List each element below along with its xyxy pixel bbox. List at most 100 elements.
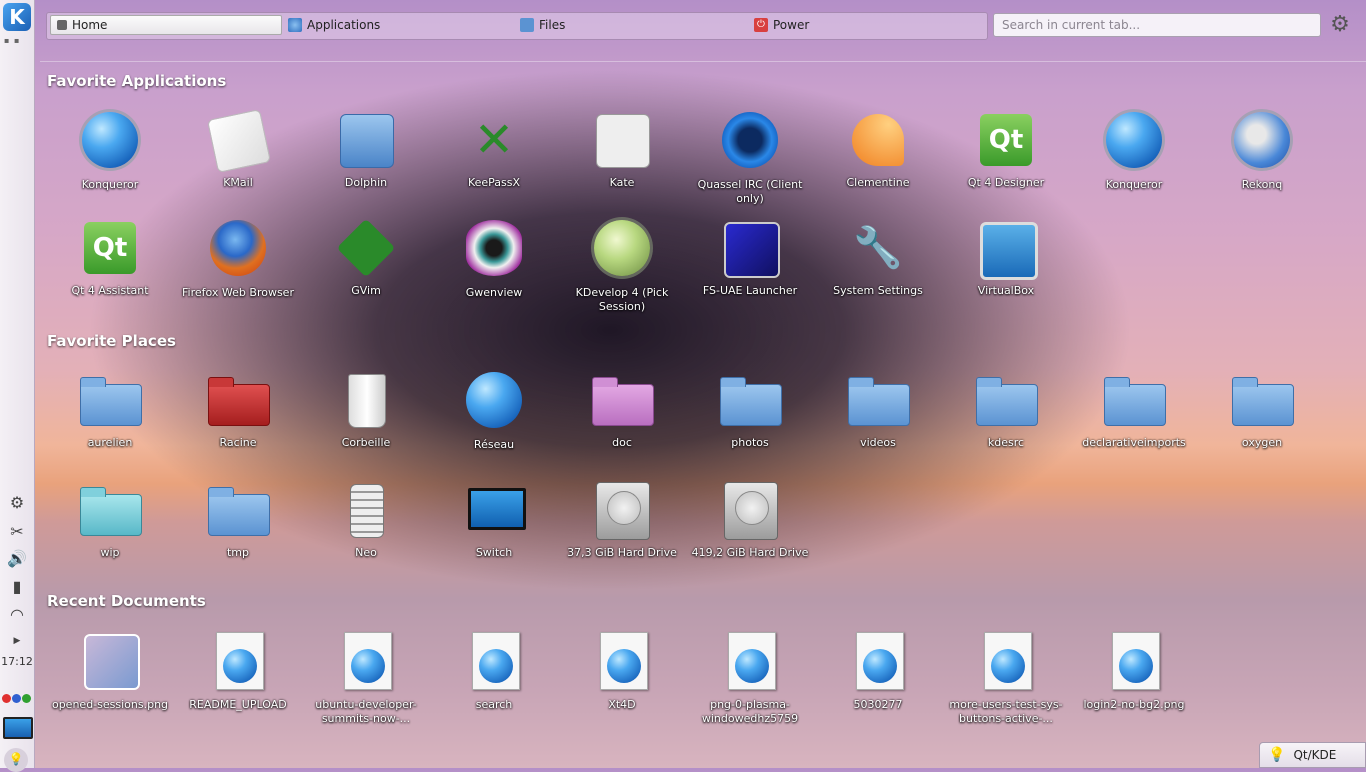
place-neo[interactable]: Neo (302, 480, 430, 560)
app-konqueror[interactable]: Konqueror (46, 110, 174, 192)
green-dot-icon (22, 694, 31, 703)
konqueror-icon (82, 112, 138, 168)
applications-icon (288, 18, 302, 32)
wifi-icon[interactable]: ◠ (5, 604, 29, 626)
app-label: Kate (609, 176, 635, 189)
place-hard-drive-37[interactable]: 37,3 GiB Hard Drive (558, 480, 686, 560)
home-icon (57, 20, 67, 30)
lightbulb-icon[interactable]: 💡 (4, 748, 28, 772)
network-icon (466, 372, 522, 428)
tab-files[interactable]: Files (520, 15, 565, 35)
app-firefox[interactable]: Firefox Web Browser (174, 218, 302, 300)
document-label: ubuntu-developer-summits-now-... (315, 698, 417, 725)
recent-doc[interactable]: Xt4D (558, 632, 686, 712)
place-label: doc (612, 436, 632, 449)
place-label: Switch (475, 546, 513, 559)
place-photos[interactable]: photos (686, 370, 814, 450)
app-system-settings[interactable]: 🔧 System Settings (814, 218, 942, 298)
recent-doc[interactable]: opened-sessions.png (46, 632, 174, 712)
recent-doc[interactable]: README_UPLOAD (174, 632, 302, 712)
folder-icon (80, 487, 142, 536)
tab-power-label: Power (773, 18, 810, 32)
app-kdevelop[interactable]: KDevelop 4 (Pick Session) (558, 218, 686, 314)
place-reseau[interactable]: Réseau (430, 370, 558, 452)
search-input[interactable] (993, 13, 1321, 37)
place-declarativeimports[interactable]: declarativeimports (1070, 370, 1198, 450)
red-dot-icon (2, 694, 11, 703)
html-document-icon (344, 632, 392, 690)
expand-arrow-icon[interactable]: ▶ (5, 630, 29, 652)
app-konqueror-2[interactable]: Konqueror (1070, 110, 1198, 192)
power-icon: ⏻ (754, 18, 768, 32)
recent-doc[interactable]: more-users-test-sys-buttons-active-... (942, 632, 1070, 726)
app-fs-uae[interactable]: FS-UAE Launcher (686, 218, 814, 298)
folder-icon (80, 377, 142, 426)
recent-doc[interactable]: ubuntu-developer-summits-now-... (302, 632, 430, 726)
app-clementine[interactable]: Clementine (814, 110, 942, 190)
tab-home-label: Home (72, 18, 108, 32)
place-label: Racine (219, 436, 257, 449)
recent-doc[interactable]: 5030277 (814, 632, 942, 712)
place-videos[interactable]: videos (814, 370, 942, 450)
place-tmp[interactable]: tmp (174, 480, 302, 560)
place-corbeille[interactable]: Corbeille (302, 370, 430, 450)
app-kate[interactable]: Kate (558, 110, 686, 190)
tab-applications[interactable]: Applications (288, 15, 380, 35)
app-virtualbox[interactable]: VirtualBox (942, 218, 1070, 298)
app-rekonq[interactable]: Rekonq (1198, 110, 1326, 192)
show-desktop-icon[interactable] (3, 717, 33, 739)
network-manager-icon[interactable]: ⚙ (5, 492, 29, 514)
app-label: Rekonq (1241, 178, 1283, 191)
clock[interactable]: 17:12 (1, 655, 33, 668)
place-wip[interactable]: wip (46, 480, 174, 560)
place-hard-drive-419[interactable]: 419,2 GiB Hard Drive (686, 480, 814, 560)
folder-icon (848, 377, 910, 426)
app-keepassx[interactable]: ✕ KeePassX (430, 110, 558, 190)
app-dolphin[interactable]: Dolphin (302, 110, 430, 190)
clementine-icon (852, 114, 904, 166)
recent-doc[interactable]: png-0-plasma-windowedhz5759 (686, 632, 814, 726)
html-document-icon (984, 632, 1032, 690)
app-label: Gwenview (465, 286, 523, 299)
place-label: videos (860, 436, 896, 449)
fs-uae-icon (724, 222, 780, 278)
section-favorite-applications: Favorite Applications (47, 72, 227, 90)
activity-dots[interactable] (2, 688, 32, 707)
place-oxygen[interactable]: oxygen (1198, 370, 1326, 450)
taskbar-window-label: Qt/KDE (1293, 748, 1337, 762)
app-gvim[interactable]: GVim (302, 218, 430, 298)
app-label: Dolphin (344, 176, 388, 189)
scissors-icon[interactable]: ✂ (5, 521, 29, 543)
place-switch[interactable]: Switch (430, 480, 558, 560)
html-document-icon (472, 632, 520, 690)
kde-menu-icon[interactable]: K (3, 3, 31, 31)
place-racine[interactable]: Racine (174, 370, 302, 450)
place-aurelien[interactable]: aurelien (46, 370, 174, 450)
divider (40, 61, 1366, 62)
app-qt-assistant[interactable]: Qt Qt 4 Assistant (46, 218, 174, 298)
quassel-icon (722, 112, 778, 168)
tab-home[interactable]: Home (50, 15, 282, 35)
hard-drive-icon (596, 482, 650, 540)
taskbar-window-button[interactable]: 💡 Qt/KDE (1259, 742, 1366, 768)
firefox-icon (210, 220, 266, 276)
app-quassel[interactable]: Quassel IRC (Client only) (686, 110, 814, 206)
app-label: Clementine (846, 176, 910, 189)
html-document-icon (216, 632, 264, 690)
settings-gear-icon[interactable]: ⚙ (1328, 14, 1352, 38)
place-doc[interactable]: doc (558, 370, 686, 450)
development-folder-icon (976, 377, 1038, 426)
volume-icon[interactable]: 🔊 (5, 548, 29, 570)
place-kdesrc[interactable]: kdesrc (942, 370, 1070, 450)
tab-files-label: Files (539, 18, 566, 32)
monitor-icon (468, 488, 526, 530)
battery-icon[interactable]: ▮ (5, 576, 29, 598)
gwenview-icon (466, 220, 522, 276)
app-label: KMail (223, 176, 253, 189)
recent-doc[interactable]: login2-no-bg2.png (1070, 632, 1198, 712)
app-qt-designer[interactable]: Qt Qt 4 Designer (942, 110, 1070, 190)
tab-power[interactable]: ⏻ Power (754, 15, 809, 35)
app-kmail[interactable]: KMail (174, 108, 302, 190)
recent-doc[interactable]: search (430, 632, 558, 712)
app-gwenview[interactable]: Gwenview (430, 218, 558, 300)
